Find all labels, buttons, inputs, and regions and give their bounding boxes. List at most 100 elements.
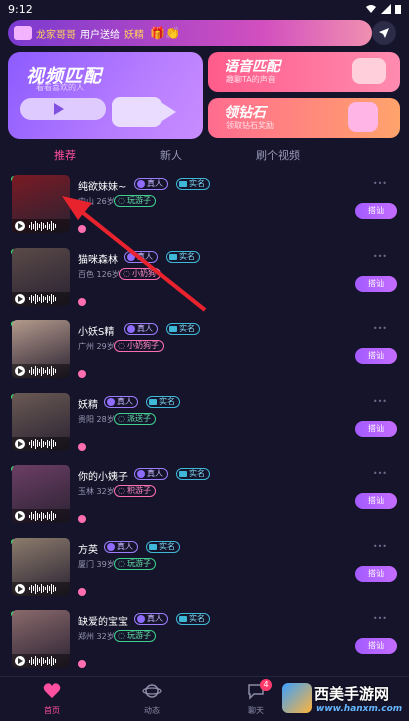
voice-intro[interactable] (12, 291, 70, 306)
female-icon (78, 297, 86, 306)
user-row[interactable]: 缺爱的宝宝 真人 实名 郑州 32岁 ◌ 玩游子 ••• 搭讪 (0, 604, 409, 676)
play-icon[interactable] (15, 438, 25, 449)
avatar[interactable] (12, 610, 70, 668)
female-icon (78, 370, 86, 378)
more-icon[interactable]: ••• (373, 397, 387, 406)
greet-button[interactable]: 搭讪 (355, 420, 397, 437)
planet-icon (142, 684, 162, 698)
chat-bubble-icon: ◌ (118, 631, 125, 640)
interest-tag: ◌ 玩游子 (114, 630, 156, 642)
interest-tag: ◌ 积游子 (114, 485, 156, 497)
notice-target: 妖精 (124, 29, 144, 41)
tab-recommend[interactable]: 推荐 (54, 147, 76, 163)
send-button[interactable] (372, 21, 396, 45)
user-name: 缺爱的宝宝 (78, 617, 128, 628)
interest-tag: ◌ 小奶狗 (119, 267, 161, 280)
tab-videos[interactable]: 刷个视频 (256, 147, 300, 163)
video-match-subtitle: 看看喜欢的人 (36, 83, 84, 92)
voice-intro[interactable] (12, 509, 70, 523)
avatar[interactable] (12, 392, 70, 451)
watermark: 西美手游网 www.hanxm.com (280, 681, 407, 719)
voice-match-title: 语音匹配 (224, 59, 280, 75)
interest-tag-label: 派送子 (126, 413, 151, 423)
real-badge-label: 真人 (137, 324, 153, 333)
nav-moments[interactable]: 动态 (122, 681, 182, 716)
real-name-badge: 实名 (166, 323, 200, 335)
play-icon[interactable] (15, 656, 25, 666)
avatar[interactable] (12, 175, 70, 233)
more-icon[interactable]: ••• (373, 252, 387, 261)
user-name: 纯欲妹妹~ (78, 182, 127, 193)
real-person-badge: 真人 (124, 323, 158, 335)
diamond-title: 领钻石 (224, 105, 266, 121)
real-name-badge: 实名 (176, 613, 210, 625)
user-row[interactable]: 你的小姨子 真人 实名 玉林 32岁 ◌ 积游子 ••• 搭讪 (0, 459, 409, 531)
voice-intro[interactable] (12, 364, 70, 378)
gift-icon (14, 26, 32, 40)
voice-match-card[interactable]: 语音匹配 趣聊TA的声音 (208, 52, 400, 92)
greet-button[interactable]: 搭讪 (355, 638, 397, 654)
user-row[interactable]: 方英 真人 实名 厦门 39岁 ◌ 玩游子 ••• 搭讪 (0, 532, 409, 604)
interest-tag: ◌ 派送子 (114, 412, 156, 425)
gift-sticker-icon: 🎁👏 (150, 26, 180, 40)
user-meta: 厦门 39岁 (78, 559, 115, 569)
user-name: 你的小姨子 (78, 472, 128, 483)
real-badge-label: 真人 (147, 179, 163, 188)
nav-chat[interactable]: 聊天 4 (226, 679, 286, 716)
more-icon[interactable]: ••• (373, 542, 387, 551)
id-card-icon (179, 616, 187, 622)
voice-intro[interactable] (12, 581, 70, 596)
gift-notice-banner[interactable]: 龙家哥哥 用户送给 妖精 🎁👏 (8, 20, 372, 46)
greet-button[interactable]: 搭讪 (355, 348, 397, 364)
voice-intro[interactable] (12, 654, 70, 668)
voice-intro[interactable] (12, 436, 70, 451)
chat-bubble-icon: ◌ (118, 413, 125, 423)
interest-tag: ◌ 玩游子 (114, 195, 156, 207)
chat-bubble-icon: ◌ (118, 196, 125, 205)
chat-bubble-icon: ◌ (118, 341, 125, 350)
tab-new[interactable]: 新人 (160, 147, 182, 163)
play-icon[interactable] (15, 366, 25, 376)
play-icon[interactable] (15, 221, 25, 231)
voice-intro[interactable] (12, 219, 70, 233)
verified-icon (107, 397, 115, 406)
nav-moments-label: 动态 (144, 706, 160, 715)
user-name: 方英 (78, 544, 98, 556)
user-row[interactable]: 小妖S精 真人 实名 广州 29岁 ◌ 小奶狗子 ••• 搭讪 (0, 314, 409, 386)
greet-button[interactable]: 搭讪 (355, 493, 397, 509)
play-icon[interactable] (15, 583, 25, 594)
user-row[interactable]: 纯欲妹妹~ 真人 实名 中山 26岁 ◌ 玩游子 ••• 搭讪 (0, 169, 409, 241)
real-person-badge: 真人 (134, 468, 168, 480)
more-icon[interactable]: ••• (373, 324, 387, 333)
user-meta: 玉林 32岁 (78, 487, 115, 496)
video-match-card[interactable]: 视频匹配 看看喜欢的人 (8, 52, 203, 139)
verified-icon (137, 470, 145, 478)
real-person-badge: 真人 (134, 178, 168, 190)
real-badge-label: 真人 (137, 251, 153, 261)
voice-match-subtitle: 趣聊TA的声音 (226, 75, 276, 84)
user-meta: 贵阳 28岁 (78, 414, 115, 424)
user-meta: 百色 126岁 (78, 269, 120, 279)
play-icon (20, 98, 106, 120)
more-icon[interactable]: ••• (373, 614, 387, 623)
nav-home[interactable]: 首页 (22, 681, 82, 716)
play-icon[interactable] (15, 293, 25, 304)
more-icon[interactable]: ••• (373, 469, 387, 478)
avatar[interactable] (12, 320, 70, 378)
avatar[interactable] (12, 247, 70, 306)
auth-badge-label: 实名 (189, 614, 205, 623)
more-icon[interactable]: ••• (373, 179, 387, 188)
user-row[interactable]: 猫咪森林 真人 实名 百色 126岁 ◌ 小奶狗 ••• 搭讪 (0, 242, 409, 314)
chat-bubble-icon: ◌ (118, 558, 125, 568)
greet-button[interactable]: 搭讪 (355, 565, 397, 582)
real-name-badge: 实名 (176, 468, 210, 480)
greet-button[interactable]: 搭讪 (355, 275, 397, 292)
avatar[interactable] (12, 537, 70, 596)
female-icon (78, 587, 86, 596)
avatar[interactable] (12, 465, 70, 523)
user-row[interactable]: 妖精 真人 实名 贵阳 28岁 ◌ 派送子 ••• 搭讪 (0, 387, 409, 459)
greet-button[interactable]: 搭讪 (355, 203, 397, 219)
play-icon[interactable] (15, 511, 25, 521)
id-card-icon (169, 253, 177, 260)
diamond-card[interactable]: 领钻石 领取钻石奖励 (208, 98, 400, 138)
